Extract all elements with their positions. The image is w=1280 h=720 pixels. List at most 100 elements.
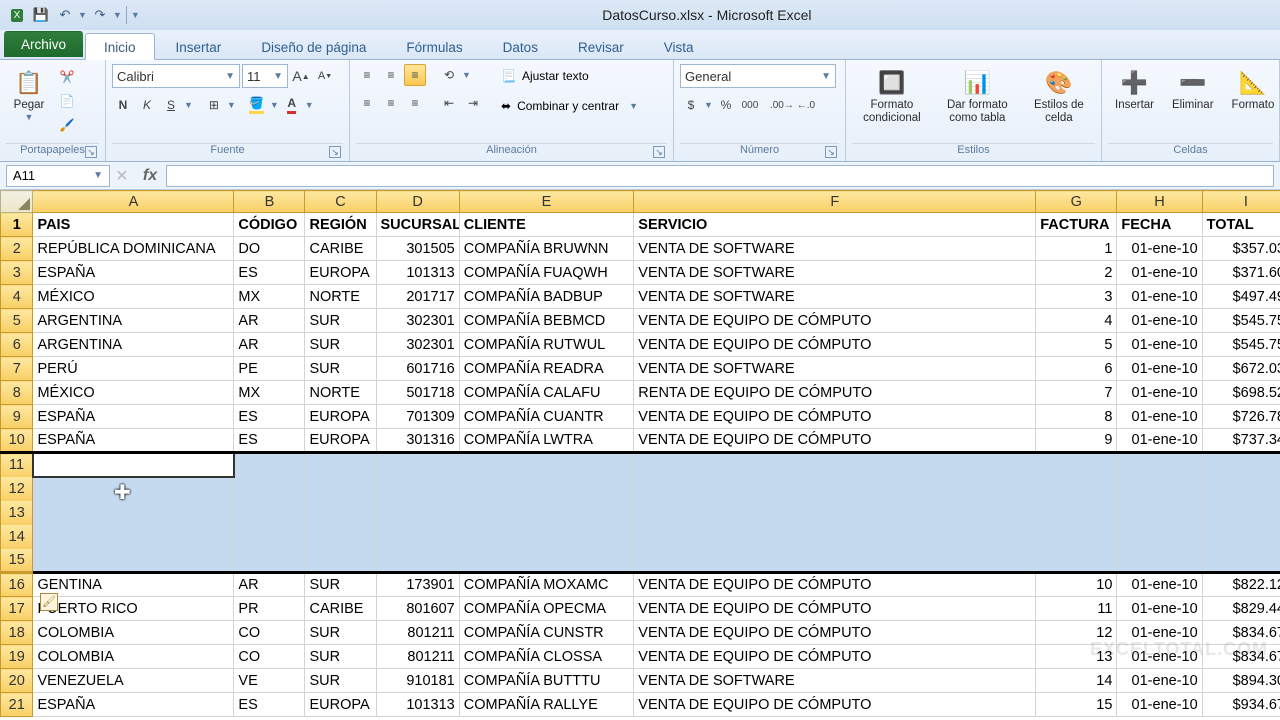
- cell[interactable]: COLOMBIA: [33, 645, 234, 669]
- underline-button[interactable]: S: [160, 94, 182, 116]
- format-painter-icon[interactable]: 🖌️: [56, 114, 78, 136]
- cell[interactable]: MX: [234, 285, 305, 309]
- cell[interactable]: 910181: [376, 669, 459, 693]
- cell[interactable]: CO: [234, 645, 305, 669]
- cut-icon[interactable]: ✂️: [56, 66, 78, 88]
- cell[interactable]: VENTA DE EQUIPO DE CÓMPUTO: [634, 645, 1036, 669]
- cell[interactable]: VENTA DE EQUIPO DE CÓMPUTO: [634, 693, 1036, 717]
- cell[interactable]: [234, 501, 305, 525]
- cell[interactable]: COMPAÑÍA RUTWUL: [459, 333, 634, 357]
- cell[interactable]: [305, 549, 376, 573]
- copy-icon[interactable]: 📄: [56, 90, 78, 112]
- cell[interactable]: COMPAÑÍA BEBMCD: [459, 309, 634, 333]
- cell[interactable]: PE: [234, 357, 305, 381]
- cell[interactable]: $545.75: [1202, 309, 1280, 333]
- col-header-C[interactable]: C: [305, 191, 376, 213]
- row-header[interactable]: 17: [1, 597, 33, 621]
- cell[interactable]: 302301: [376, 333, 459, 357]
- cell-styles-button[interactable]: 🎨Estilos de celda: [1027, 64, 1091, 128]
- row-header[interactable]: 20: [1, 669, 33, 693]
- cell[interactable]: 301505: [376, 237, 459, 261]
- cell[interactable]: [1036, 501, 1117, 525]
- header-cell[interactable]: SUCURSAL: [376, 213, 459, 237]
- merge-center-button[interactable]: ⬌Combinar y centrar▼: [492, 94, 647, 118]
- cell[interactable]: REPÚBLICA DOMINICANA: [33, 237, 234, 261]
- cell[interactable]: MX: [234, 381, 305, 405]
- format-as-table-button[interactable]: 📊Dar formato como tabla: [940, 64, 1015, 128]
- header-cell[interactable]: CLIENTE: [459, 213, 634, 237]
- border-icon[interactable]: ⊞: [203, 94, 225, 116]
- cell[interactable]: $357.03: [1202, 237, 1280, 261]
- tab-inicio[interactable]: Inicio: [85, 33, 155, 60]
- cell[interactable]: SUR: [305, 621, 376, 645]
- cell[interactable]: 01-ene-10: [1117, 405, 1202, 429]
- cell[interactable]: $371.60: [1202, 261, 1280, 285]
- cell[interactable]: 6: [1036, 357, 1117, 381]
- cell[interactable]: NORTE: [305, 285, 376, 309]
- cell[interactable]: 3: [1036, 285, 1117, 309]
- cell[interactable]: [33, 549, 234, 573]
- decrease-decimal-icon[interactable]: ←.0: [795, 94, 817, 116]
- col-header-D[interactable]: D: [376, 191, 459, 213]
- cell[interactable]: [234, 525, 305, 549]
- cell[interactable]: $497.49: [1202, 285, 1280, 309]
- header-cell[interactable]: SERVICIO: [634, 213, 1036, 237]
- cell[interactable]: MÉXICO: [33, 285, 234, 309]
- cell[interactable]: COMPAÑÍA BADBUP: [459, 285, 634, 309]
- cell[interactable]: 01-ene-10: [1117, 669, 1202, 693]
- cell[interactable]: [376, 525, 459, 549]
- cell[interactable]: 01-ene-10: [1117, 285, 1202, 309]
- cell[interactable]: EUROPA: [305, 429, 376, 453]
- cell[interactable]: 173901: [376, 573, 459, 597]
- cell[interactable]: [33, 525, 234, 549]
- redo-icon[interactable]: ↷: [89, 4, 111, 26]
- cell[interactable]: 801607: [376, 597, 459, 621]
- col-header-E[interactable]: E: [459, 191, 634, 213]
- tab-vista[interactable]: Vista: [645, 33, 713, 59]
- cell[interactable]: COMPAÑÍA MOXAMC: [459, 573, 634, 597]
- cell[interactable]: [33, 501, 234, 525]
- thousands-icon[interactable]: 000: [739, 94, 761, 116]
- col-header-G[interactable]: G: [1036, 191, 1117, 213]
- header-cell[interactable]: CÓDIGO: [234, 213, 305, 237]
- select-all-corner[interactable]: [1, 191, 33, 213]
- row-header[interactable]: 18: [1, 621, 33, 645]
- cell[interactable]: [1202, 477, 1280, 501]
- row-header[interactable]: 9: [1, 405, 33, 429]
- cell[interactable]: 7: [1036, 381, 1117, 405]
- row-header[interactable]: 16: [1, 573, 33, 597]
- cell[interactable]: [33, 477, 234, 501]
- paste-button[interactable]: 📋 Pegar ▼: [6, 64, 52, 126]
- cell[interactable]: [459, 501, 634, 525]
- cell[interactable]: VENTA DE EQUIPO DE CÓMPUTO: [634, 309, 1036, 333]
- cell[interactable]: [1117, 477, 1202, 501]
- font-dialog-icon[interactable]: ↘: [329, 146, 341, 158]
- row-header[interactable]: 15: [1, 549, 33, 573]
- cell[interactable]: COMPAÑÍA READRA: [459, 357, 634, 381]
- cell[interactable]: [634, 501, 1036, 525]
- row-header[interactable]: 11: [1, 453, 33, 477]
- cell[interactable]: CARIBE: [305, 237, 376, 261]
- cell[interactable]: SUR: [305, 573, 376, 597]
- decrease-font-icon[interactable]: A▼: [314, 65, 336, 87]
- tab-datos[interactable]: Datos: [484, 33, 557, 59]
- cell[interactable]: COMPAÑÍA CLOSSA: [459, 645, 634, 669]
- percent-icon[interactable]: %: [715, 94, 737, 116]
- cell[interactable]: $934.67: [1202, 693, 1280, 717]
- worksheet-grid[interactable]: ABCDEFGHI1PAISCÓDIGOREGIÓNSUCURSALCLIENT…: [0, 190, 1280, 720]
- fill-color-icon[interactable]: 🪣: [246, 94, 268, 116]
- undo-icon[interactable]: ↶: [54, 4, 76, 26]
- col-header-A[interactable]: A: [33, 191, 234, 213]
- increase-font-icon[interactable]: A▲: [290, 65, 312, 87]
- header-cell[interactable]: FECHA: [1117, 213, 1202, 237]
- cell[interactable]: VENTA DE SOFTWARE: [634, 237, 1036, 261]
- cell[interactable]: COMPAÑÍA CUANTR: [459, 405, 634, 429]
- currency-icon[interactable]: $: [680, 94, 702, 116]
- cell[interactable]: [1117, 549, 1202, 573]
- tab-diseno[interactable]: Diseño de página: [242, 33, 385, 59]
- align-top-icon[interactable]: ≡: [356, 64, 378, 86]
- cell[interactable]: VENTA DE EQUIPO DE CÓMPUTO: [634, 597, 1036, 621]
- cell[interactable]: $829.44: [1202, 597, 1280, 621]
- cell[interactable]: [33, 453, 234, 477]
- clipboard-dialog-icon[interactable]: ↘: [85, 146, 97, 158]
